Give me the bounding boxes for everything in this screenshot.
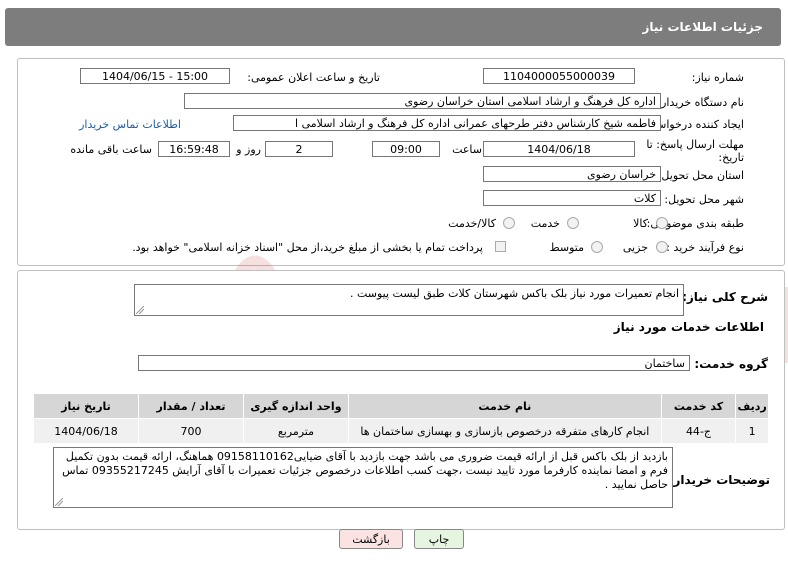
col-header-need-date: تاریخ نیاز: [32, 393, 140, 419]
cell-row-number: 1: [735, 418, 769, 444]
services-table: ردیف کد خدمت نام خدمت واحد اندازه گیری ت…: [32, 393, 769, 444]
table-row: 1 ج-44 انجام کارهای متفرقه درخصوص بازساز…: [32, 418, 769, 444]
deadline-label: مهلت ارسال پاسخ: تا تاریخ:: [646, 138, 744, 164]
buyer-notes-text: بازدید از بلک باکس قبل از ارائه قیمت ضرو…: [62, 450, 668, 491]
summary-textarea: انجام تعمیرات مورد نیاز بلک باکس شهرستان…: [134, 284, 684, 316]
remaining-label: ساعت باقی مانده: [70, 143, 152, 156]
summary-label: شرح کلی نیاز:: [682, 290, 768, 304]
col-header-quantity: تعداد / مقدار: [138, 393, 244, 419]
remaining-time-field: 16:59:48: [158, 141, 230, 157]
buyer-field: اداره کل فرهنگ و ارشاد اسلامی استان خراس…: [184, 93, 661, 109]
days-remaining-field: 2: [265, 141, 333, 157]
need-number-label: شماره نیاز:: [691, 71, 744, 84]
province-label: استان محل تحویل:: [657, 169, 744, 182]
cell-service-code: ج-44: [660, 418, 737, 444]
deadline-date-field: 1404/06/18: [483, 141, 635, 157]
contact-info-link[interactable]: اطلاعات تماس خریدار: [79, 118, 181, 131]
treasury-payment-checkbox[interactable]: [495, 241, 506, 252]
col-header-row-number: ردیف: [735, 393, 769, 419]
buyer-notes-label: توضیحات خریدار:: [668, 473, 770, 487]
buyer-label: نام دستگاه خریدار:: [657, 96, 744, 109]
city-label: شهر محل تحویل:: [664, 193, 744, 206]
cell-service-name: انجام کارهای متفرقه درخصوص بازسازی و بهس…: [347, 418, 662, 444]
col-header-unit: واحد اندازه گیری: [242, 393, 349, 419]
announce-label: تاریخ و ساعت اعلان عمومی:: [247, 71, 380, 84]
category-option-goods-service: کالا/خدمت: [448, 217, 496, 230]
process-option-minor: جزیی: [622, 241, 648, 254]
category-radio-goods-service[interactable]: [503, 217, 515, 229]
cell-quantity: 700: [138, 418, 244, 444]
buyer-notes-textarea: بازدید از بلک باکس قبل از ارائه قیمت ضرو…: [53, 447, 673, 508]
payment-note: پرداخت تمام یا بخشی از مبلغ خرید،از محل …: [132, 241, 483, 254]
need-number-field: 1104000055000039: [483, 68, 635, 84]
creator-field: فاطمه شیخ کارشناس دفتر طرحهای عمرانی ادا…: [233, 115, 661, 131]
col-header-service-code: کد خدمت: [660, 393, 737, 419]
col-header-service-name: نام خدمت: [347, 393, 662, 419]
announce-datetime-field: 1404/06/15 - 15:00: [80, 68, 230, 84]
hour-label: ساعت: [452, 143, 482, 156]
process-radio-medium[interactable]: [591, 241, 603, 253]
category-option-service: خدمت: [530, 217, 560, 230]
summary-text: انجام تعمیرات مورد نیاز بلک باکس شهرستان…: [349, 287, 679, 300]
table-header-row: ردیف کد خدمت نام خدمت واحد اندازه گیری ت…: [32, 393, 769, 419]
cell-need-date: 1404/06/18: [32, 418, 140, 444]
back-button[interactable]: بازگشت: [339, 529, 403, 549]
province-field: خراسان رضوی: [483, 166, 661, 182]
category-option-goods: کالا: [633, 217, 648, 230]
category-radio-goods[interactable]: [656, 217, 668, 229]
service-group-label: گروه خدمت:: [694, 357, 768, 371]
print-button[interactable]: چاپ: [414, 529, 464, 549]
process-option-medium: متوسط: [549, 241, 584, 254]
deadline-time-field: 09:00: [372, 141, 440, 157]
resize-handle-icon[interactable]: [55, 498, 63, 506]
city-field: کلات: [483, 190, 661, 206]
services-section-title: اطلاعات خدمات مورد نیاز: [613, 320, 764, 334]
page-title: جزئیات اطلاعات نیاز: [642, 20, 763, 34]
days-label: روز و: [236, 143, 261, 156]
process-radio-minor[interactable]: [656, 241, 668, 253]
cell-unit: مترمربع: [242, 418, 349, 444]
page-header: جزئیات اطلاعات نیاز: [5, 8, 781, 46]
resize-handle-icon[interactable]: [136, 306, 144, 314]
process-label: نوع فرآیند خرید :: [666, 241, 744, 254]
category-radio-service[interactable]: [567, 217, 579, 229]
service-group-field: ساختمان: [138, 355, 690, 371]
